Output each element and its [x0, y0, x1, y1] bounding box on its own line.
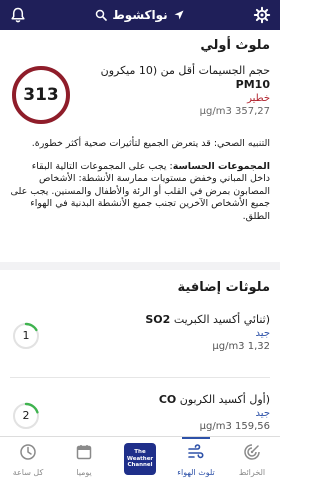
location-name: نواكشوط — [112, 8, 168, 22]
bottom-nav: كل ساعة يوميا The Weather Channel تلوث ا… — [0, 436, 280, 480]
health-advisory: التنبيه الصحي: قد يتعرض الجميع لتأثيرات … — [31, 138, 270, 149]
top-bar: نواكشوط — [0, 0, 280, 30]
nav-tab-daily[interactable]: يوميا — [56, 437, 112, 480]
pollutant-row-so2[interactable]: 1 (ثنائي أكسيد الكبريت SO2 جيد 1,32 µg/m… — [10, 298, 270, 378]
location-search[interactable]: نواكشوط — [70, 0, 210, 30]
nav-tab-maps[interactable]: الخرائط — [224, 437, 280, 480]
nav-label: تلوث الهواء — [177, 468, 215, 477]
radar-map-icon — [244, 444, 260, 460]
primary-pollutant-row[interactable]: 313 حجم الجسيمات أقل من (10 ميكرون PM10 … — [10, 64, 270, 128]
pollutant-name: (أول أكسيد الكربون CO — [80, 392, 270, 407]
concentration-value: 1,32 µg/m3 — [212, 341, 270, 352]
nav-tab-air-quality[interactable]: تلوث الهواء — [168, 437, 224, 480]
status-label: خطير — [247, 93, 270, 104]
logo-line: Channel — [127, 462, 153, 469]
location-arrow-icon — [174, 10, 184, 20]
bell-icon[interactable] — [9, 6, 27, 24]
pollutant-description: (ثنائي أكسيد الكبريت — [173, 313, 270, 326]
primary-pollutant-card: ملوث أولي 313 حجم الجسيمات أقل من (10 مي… — [0, 30, 280, 262]
sensitive-groups-label: المجموعات الحساسة — [172, 160, 270, 172]
sensitive-groups-advice: المجموعات الحساسة: يجب على المجموعات الت… — [10, 161, 270, 224]
nav-tab-hourly[interactable]: كل ساعة — [0, 437, 56, 480]
primary-pollutant-name: حجم الجسيمات أقل من (10 ميكرون PM10 — [90, 64, 270, 92]
nav-label: يوميا — [76, 468, 92, 477]
search-icon — [96, 9, 108, 21]
primary-pollutant-info: حجم الجسيمات أقل من (10 ميكرون PM10 خطير… — [90, 64, 270, 118]
aqi-gauge: 313 — [10, 64, 72, 126]
aqi-ring-value: 1 — [22, 329, 30, 342]
content-area[interactable]: ملوث أولي 313 حجم الجسيمات أقل من (10 مي… — [0, 30, 280, 436]
aqi-ring: 1 — [12, 322, 40, 350]
concentration-value: 357,27 µg/m3 — [199, 106, 270, 117]
calendar-icon — [76, 445, 92, 460]
status-label: جيد — [255, 408, 270, 419]
primary-section-title: ملوث أولي — [200, 38, 270, 53]
pollutant-description: حجم الجسيمات أقل من (10 ميكرون — [100, 64, 270, 77]
nav-label: الخرائط — [238, 468, 266, 477]
nav-weather-channel[interactable]: The Weather Channel — [112, 437, 168, 480]
pollutant-description: (أول أكسيد الكربون — [179, 393, 270, 406]
pollutant-row-co[interactable]: 2 (أول أكسيد الكربون CO جيد 159,56 µg/m3 — [10, 378, 270, 436]
aqi-ring: 2 — [12, 402, 40, 430]
additional-section-title: ملوثات إضافية — [177, 280, 270, 295]
pollutant-info: (ثنائي أكسيد الكبريت SO2 جيد 1,32 µg/m3 — [80, 312, 270, 353]
pollutant-code: SO2 — [145, 313, 171, 326]
aqi-ring-value: 2 — [22, 409, 30, 422]
pollutant-info: (أول أكسيد الكربون CO جيد 159,56 µg/m3 — [80, 392, 270, 433]
pollutant-name: (ثنائي أكسيد الكبريت SO2 — [80, 312, 270, 327]
status-label: جيد — [255, 328, 270, 339]
clock-icon — [20, 444, 36, 460]
aqi-value: 313 — [23, 85, 59, 105]
pollutant-code: PM10 — [235, 78, 270, 91]
nav-label: كل ساعة — [12, 468, 44, 477]
pollutant-code: CO — [158, 393, 177, 406]
air-quality-icon — [188, 444, 204, 459]
concentration-value: 159,56 µg/m3 — [199, 421, 270, 432]
weather-channel-logo: The Weather Channel — [124, 443, 156, 475]
additional-pollutants-card: ملوثات إضافية 1 (ثنائي أكسيد الكبريت SO2… — [0, 270, 280, 436]
gear-icon[interactable] — [253, 6, 271, 24]
